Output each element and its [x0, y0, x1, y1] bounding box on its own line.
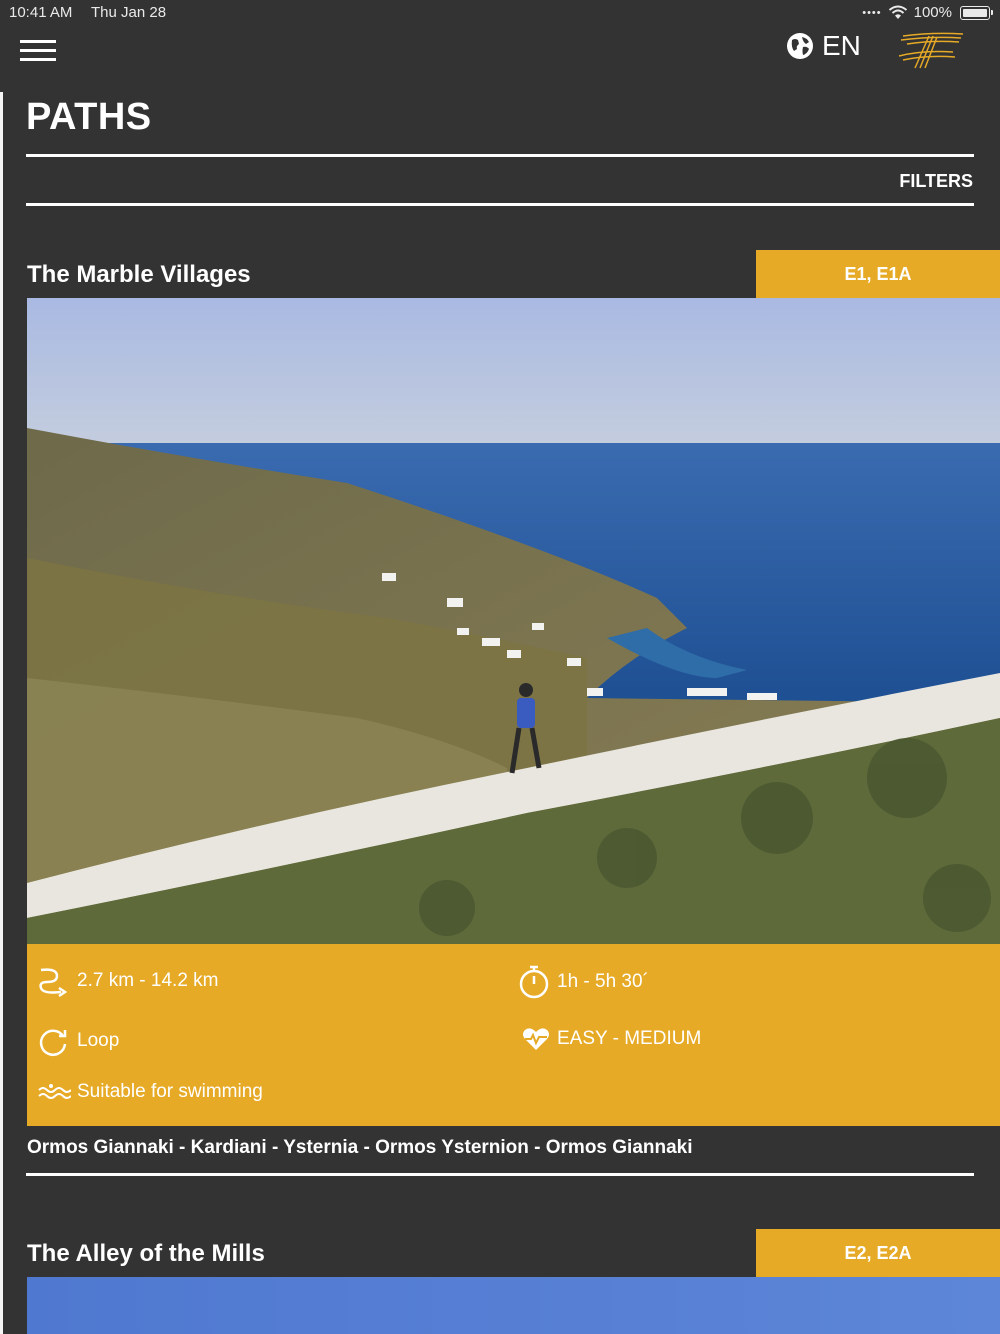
divider-top [26, 154, 974, 157]
page-title: PATHS [26, 96, 152, 138]
battery-percent: 100% [913, 4, 952, 21]
left-edge-strip [0, 92, 3, 1334]
signal-dots-icon: •••• [862, 6, 882, 19]
stopwatch-icon [519, 965, 549, 999]
battery-icon [960, 5, 993, 20]
globe-icon [787, 33, 813, 59]
path-info-panel: 2.7 km - 14.2 km 1h - 5h 30´ Loop EASY -… [27, 944, 1000, 1126]
loop-icon [39, 1029, 67, 1056]
brand-logo-icon[interactable] [893, 30, 965, 70]
waves-icon [38, 1084, 71, 1099]
language-selector[interactable]: EN [786, 30, 861, 62]
distance-value: 2.7 km - 14.2 km [77, 970, 219, 991]
difficulty-value: EASY - MEDIUM [557, 1028, 702, 1049]
path-title[interactable]: The Alley of the Mills [27, 1240, 265, 1268]
difficulty-item: EASY - MEDIUM [521, 1024, 701, 1054]
heart-pulse-icon [523, 1028, 549, 1050]
divider-card [26, 1173, 974, 1176]
path-photo[interactable] [27, 298, 1000, 944]
hamburger-menu-icon[interactable] [20, 40, 56, 62]
filters-button[interactable]: FILTERS [899, 171, 973, 192]
status-bar: 10:41 AM Thu Jan 28 •••• 100% [0, 0, 1000, 26]
path-photo[interactable] [27, 1277, 1000, 1334]
path-code-badge: E2, E2A [756, 1229, 1000, 1277]
status-date: Thu Jan 28 [91, 4, 167, 21]
status-right-group: •••• 100% [862, 4, 993, 21]
top-bar: EN [0, 26, 1000, 92]
distance-item: 2.7 km - 14.2 km [37, 964, 219, 998]
duration-value: 1h - 5h 30´ [557, 971, 649, 992]
path-code-badge: E1, E1A [756, 250, 1000, 298]
duration-item: 1h - 5h 30´ [517, 964, 649, 1000]
divider-filters [26, 203, 974, 206]
route-type-item: Loop [37, 1024, 119, 1058]
distance-route-icon [39, 968, 68, 998]
feature-item: Suitable for swimming [37, 1081, 263, 1103]
path-title[interactable]: The Marble Villages [27, 261, 251, 289]
language-label: EN [822, 30, 861, 61]
status-time: 10:41 AM [9, 4, 73, 21]
wifi-icon [888, 5, 907, 19]
path-route-text: Ormos Giannaki - Kardiani - Ysternia - O… [27, 1137, 693, 1158]
route-type-value: Loop [77, 1030, 120, 1051]
feature-value: Suitable for swimming [77, 1081, 263, 1102]
